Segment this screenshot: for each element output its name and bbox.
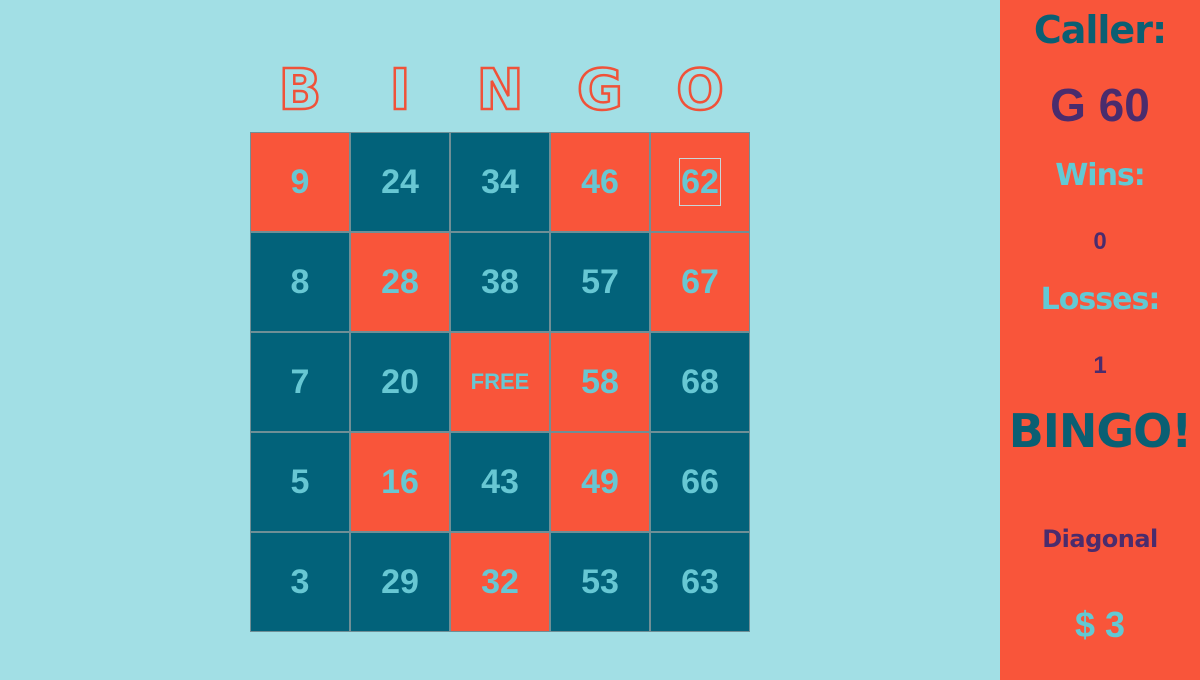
card-cell[interactable]: 8 [250,232,350,332]
cell-number: 34 [481,162,519,201]
cell-number: 68 [681,362,719,401]
cell-number: 46 [581,162,619,201]
cell-number: 24 [381,162,419,201]
card-cell[interactable]: 7 [250,332,350,432]
header-letter-o: O [675,56,725,124]
card-cell[interactable]: 53 [550,532,650,632]
cell-number: 16 [381,462,419,501]
caller-panel: Caller: G 60 Wins: 0 Losses: 1 BINGO! Di… [1000,0,1200,680]
card-cell[interactable]: 38 [450,232,550,332]
card-cell[interactable]: 62 [650,132,750,232]
cell-number: 3 [290,562,310,601]
wins-count: 0 [1093,228,1107,255]
header-letter-i: I [388,56,411,124]
header-letter-b: B [277,56,322,124]
cell-number: 5 [290,462,310,501]
cell-number: 9 [290,162,310,201]
card-cell[interactable]: 9 [250,132,350,232]
cell-number: 29 [381,562,419,601]
cell-number: 63 [681,562,719,601]
cell-number: 43 [481,462,519,501]
losses-label: Losses: [1040,282,1161,317]
card-cell[interactable]: 57 [550,232,650,332]
cell-number: 58 [581,362,619,401]
free-space-cell[interactable]: FREE [450,332,550,432]
card-cell[interactable]: 29 [350,532,450,632]
cell-number: 66 [681,462,719,501]
card-cell[interactable]: 20 [350,332,450,432]
cell-number: 7 [290,362,310,401]
card-cell[interactable]: 16 [350,432,450,532]
cell-number: 32 [481,562,519,601]
card-cell[interactable]: 24 [350,132,450,232]
called-number: G 60 [1050,79,1150,131]
bingo-card-grid: 9 24 34 46 62 8 28 38 57 67 7 20 FREE 58 68 5 16 43 49 66 3 2… [250,132,750,632]
cell-number: 20 [381,362,419,401]
cell-number: 62 [679,158,721,206]
cell-number: 49 [581,462,619,501]
card-cell[interactable]: 58 [550,332,650,432]
card-cell[interactable]: 43 [450,432,550,532]
card-cell[interactable]: 46 [550,132,650,232]
header-letter-g: G [576,56,624,124]
prize-amount: $ 3 [1074,604,1126,645]
card-cell[interactable]: 68 [650,332,750,432]
card-cell[interactable]: 32 [450,532,550,632]
cell-number: 28 [381,262,419,301]
cell-number: 8 [290,262,310,301]
card-cell[interactable]: 34 [450,132,550,232]
cell-number: 38 [481,262,519,301]
cell-number: 57 [581,262,619,301]
card-cell[interactable]: 3 [250,532,350,632]
bingo-button[interactable]: BINGO! [1000,404,1200,458]
cell-number: 67 [681,262,719,301]
wins-label: Wins: [1055,158,1146,193]
bingo-board-area: B I N G O 9 24 34 46 62 8 28 38 57 67 7 20 FREE 58 68 5… [0,0,1000,680]
card-cell[interactable]: 67 [650,232,750,332]
header-letter-n: N [475,56,524,124]
cell-number: FREE [470,369,530,394]
card-cell[interactable]: 49 [550,432,650,532]
bingo-header-row: B I N G O [250,55,750,125]
card-cell[interactable]: 28 [350,232,450,332]
card-cell[interactable]: 66 [650,432,750,532]
losses-count: 1 [1093,352,1107,379]
win-pattern: Diagonal [1042,525,1158,553]
card-cell[interactable]: 63 [650,532,750,632]
cell-number: 53 [581,562,619,601]
card-cell[interactable]: 5 [250,432,350,532]
caller-label: Caller: [1033,8,1167,52]
